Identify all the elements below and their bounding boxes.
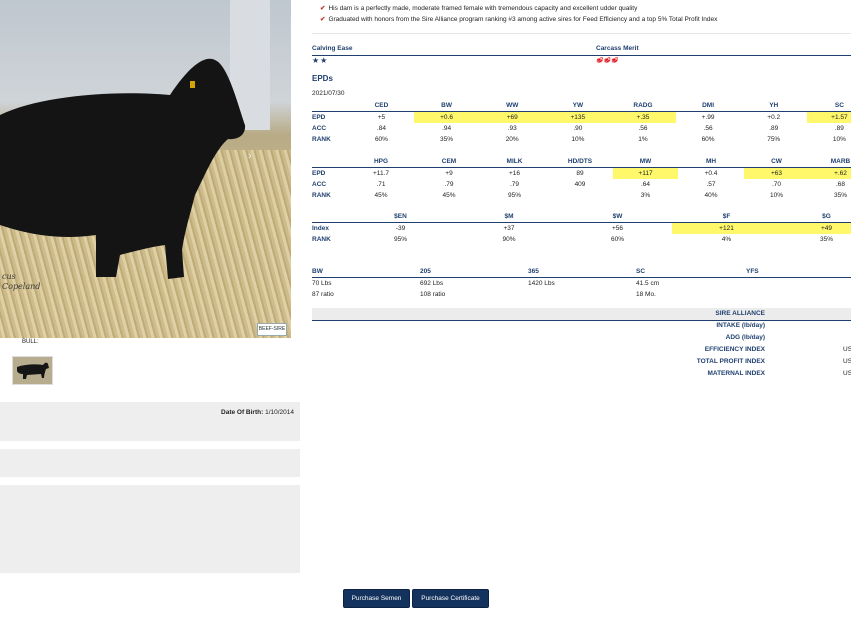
- photo-logo: BEEF-SIRE: [257, 323, 287, 336]
- chevron-right-icon[interactable]: ›: [248, 150, 252, 162]
- bull-thumbnail[interactable]: [12, 356, 53, 385]
- table-row: 87 ratio 108 ratio 18 Mo.: [312, 291, 656, 298]
- bull-photo[interactable]: cus Copeland BEEF-SIRE ›: [0, 0, 291, 338]
- sire-alliance-divider: [312, 320, 851, 321]
- table-row: RANK 60% 35% 20% 10% 1% 60% 75% 10%: [312, 136, 846, 143]
- sire-alliance-value: US: [843, 370, 851, 377]
- table-row: ACC .71.79.79 409.64.57.70.68: [312, 181, 846, 188]
- check-icon: ✔: [320, 5, 326, 12]
- index-table: $EN $M $W $F $G Index -39 +37 +56 +121 +49 RANK 95…: [312, 211, 851, 245]
- epd-table-1: CED BW WW YW RADG DMI YH SC EPD +5 +0.6 +69 +135 +.3…: [312, 100, 851, 145]
- thumbnail-bull-icon: [17, 362, 49, 379]
- table-row: EPD +5 +0.6 +69 +135 +.35 +.99 +0.2 +1.57: [312, 111, 851, 123]
- table-row: RANK 45% 45% 95% 3% 40% 10% 35%: [312, 192, 847, 199]
- measurements-table: BW 205 365 SC YFS 70 Lbs 692 Lbs 1420 Lbs 41.5 …: [312, 266, 851, 300]
- caption-line1: cus: [2, 272, 16, 281]
- ear-tag: [190, 81, 195, 88]
- epds-title: EPDs: [312, 74, 333, 83]
- calving-ease-stars: ★★: [312, 56, 329, 65]
- bullet-note: ✔ Graduated with honors from the Sire All…: [320, 16, 718, 23]
- divider: [312, 33, 851, 34]
- epd-table-2: HPG CEM MILK HD/DTS MW MH CW MARB EPD +11.7 +9 +16…: [312, 156, 851, 201]
- sire-alliance-label: ADG (lb/day): [725, 334, 765, 341]
- bullet-note: ✔ His dam is a perfectly made, moderate f…: [320, 5, 638, 12]
- sire-alliance-label: MATERNAL INDEX: [707, 370, 765, 377]
- dob-label: Date Of Birth:: [221, 409, 264, 416]
- carcass-merit-icons: 🥩🥩🥩: [596, 58, 619, 64]
- blank-panel-1: [0, 449, 300, 477]
- table-row: Index -39 +37 +56 +121 +49: [312, 222, 851, 234]
- table-row: ACC .84.94.93.90.56.56.89.89: [312, 125, 844, 132]
- carcass-merit-label: Carcass Merit: [596, 45, 639, 52]
- dob-value: 1/10/2014: [265, 409, 294, 416]
- sire-alliance-value: US: [843, 346, 851, 353]
- table-header-row: BW 205 365 SC YFS: [312, 266, 851, 278]
- table-row: RANK 95% 90% 60% 4% 35%: [312, 236, 833, 243]
- bull-silhouette: [0, 58, 246, 279]
- purchase-semen-button[interactable]: Purchase Semen: [343, 589, 410, 608]
- sire-alliance-label: TOTAL PROFIT INDEX: [696, 358, 765, 365]
- photo-caption: cus Copeland: [2, 272, 40, 292]
- table-row: 70 Lbs 692 Lbs 1420 Lbs 41.5 cm: [312, 280, 660, 287]
- table-row: EPD +11.7 +9 +16 89 +117 +0.4 +63 +.62: [312, 167, 851, 179]
- table-header-row: $EN $M $W $F $G: [312, 211, 851, 223]
- sire-alliance-label: INTAKE (lb/day): [716, 322, 765, 329]
- bull-label: BULL:: [22, 339, 39, 345]
- blank-panel-2: [0, 485, 300, 573]
- info-panel: Date Of Birth: 1/10/2014: [0, 402, 300, 441]
- epds-date: 2021/07/30: [312, 90, 345, 97]
- sire-alliance-header-bar: [312, 308, 851, 320]
- sire-alliance-label: EFFICIENCY INDEX: [704, 346, 765, 353]
- table-header-row: CED BW WW YW RADG DMI YH SC: [312, 100, 851, 112]
- check-icon: ✔: [320, 16, 326, 23]
- sire-alliance-value: US: [843, 358, 851, 365]
- date-of-birth: Date Of Birth: 1/10/2014: [221, 409, 294, 416]
- sire-alliance-title: SIRE ALLIANCE: [715, 310, 765, 317]
- table-header-row: HPG CEM MILK HD/DTS MW MH CW MARB: [312, 156, 851, 168]
- caption-line2: Copeland: [2, 282, 41, 291]
- purchase-certificate-button[interactable]: Purchase Certificate: [412, 589, 489, 608]
- ratings-divider: [312, 55, 851, 56]
- calving-ease-label: Calving Ease: [312, 45, 353, 52]
